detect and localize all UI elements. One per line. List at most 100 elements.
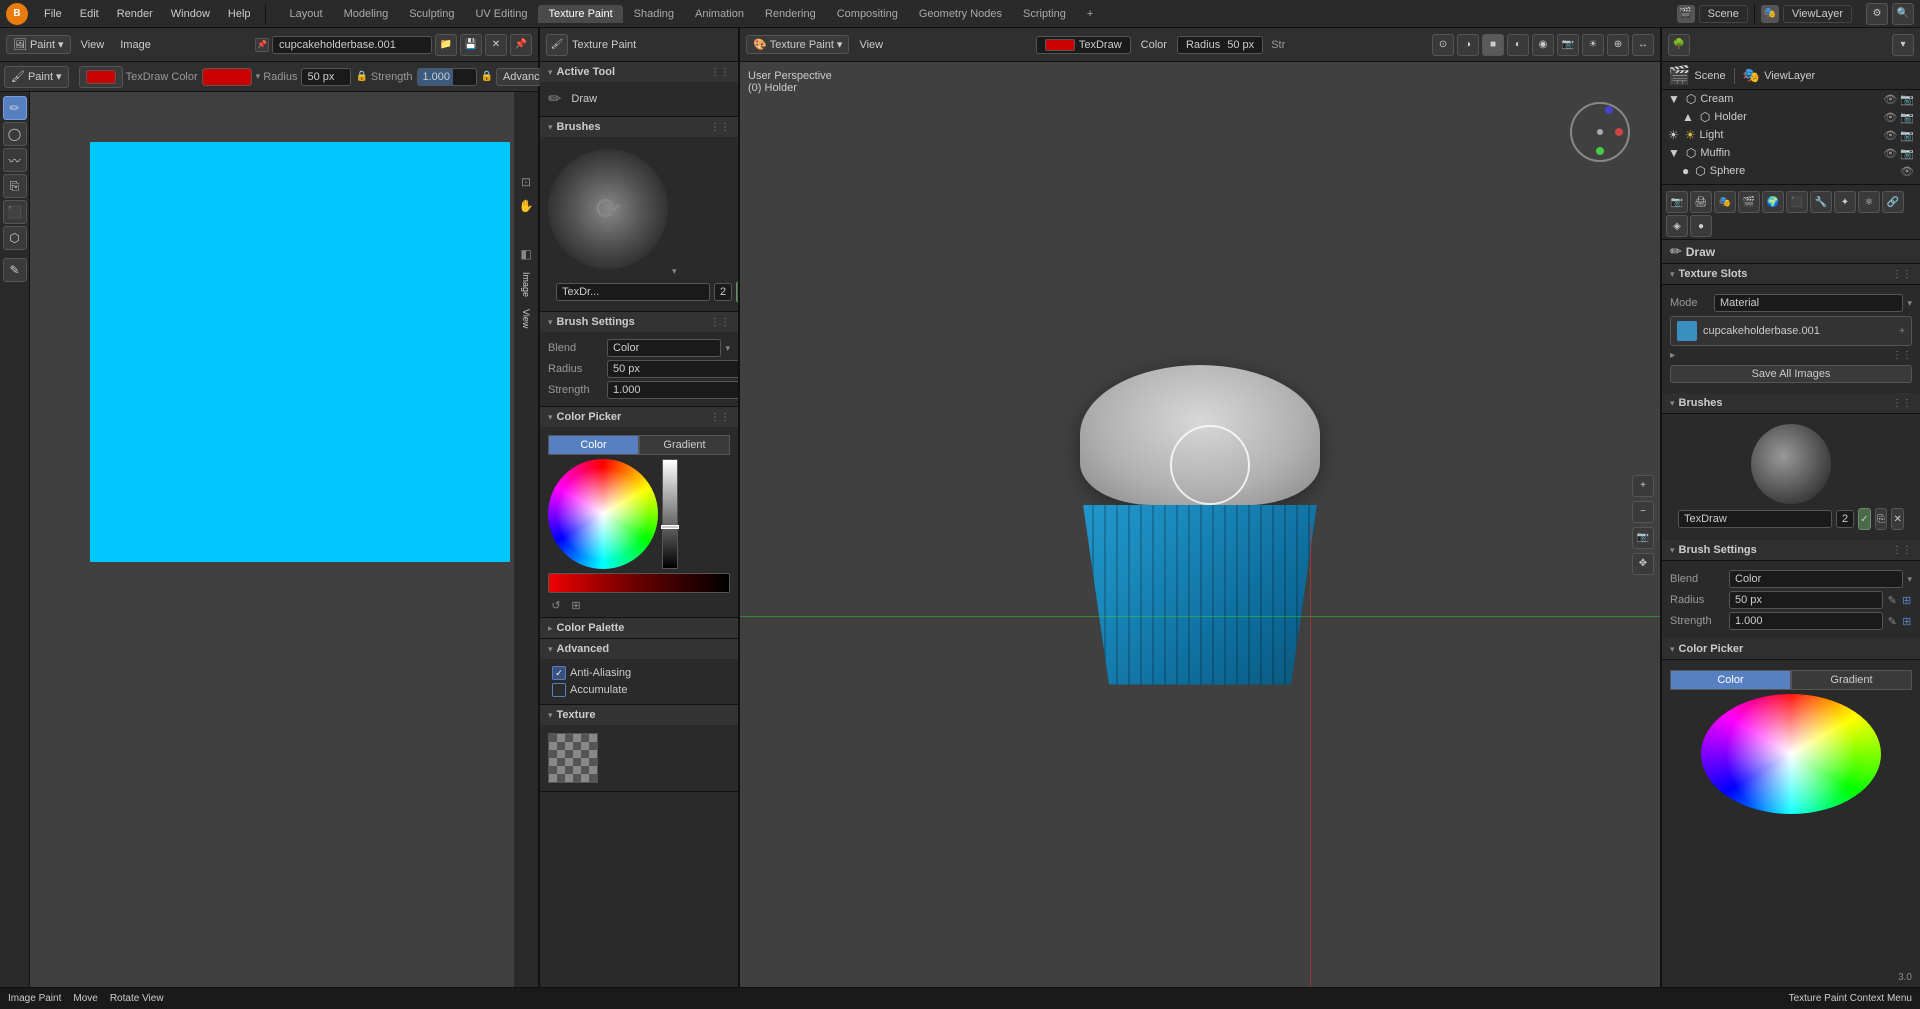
scroll-arrow[interactable]: ▾ <box>672 266 730 277</box>
tab-geometry-nodes[interactable]: Geometry Nodes <box>909 5 1012 23</box>
viewport-view-menu[interactable]: View <box>853 37 889 53</box>
blend-dropdown[interactable]: Color <box>607 339 721 357</box>
save-icon[interactable]: 💾 <box>460 34 482 56</box>
rp-strength-input[interactable] <box>1729 612 1883 630</box>
rp-brushes-header[interactable]: ▾ Brushes ⋮⋮ <box>1662 393 1920 414</box>
rp-blend-dropdown[interactable]: Color <box>1729 570 1903 588</box>
viewport-render-icon[interactable]: ◑ <box>1457 34 1479 56</box>
rp-strength-lock-btn[interactable]: ⊞ <box>1902 613 1913 629</box>
color-wheel[interactable] <box>548 459 658 569</box>
viewport-material-icon[interactable]: ◐ <box>1507 34 1529 56</box>
view-layer-name[interactable]: ViewLayer <box>1783 5 1852 23</box>
brush-name-input[interactable] <box>556 283 710 301</box>
pin2-icon[interactable]: 📌 <box>510 34 532 56</box>
rp-strength-edit-icon[interactable]: ✎ <box>1887 613 1898 629</box>
menu-help[interactable]: Help <box>220 6 259 22</box>
image-tab-icon[interactable]: Image <box>519 268 533 301</box>
filter-icon[interactable]: ▾ <box>1892 34 1914 56</box>
output-props-icon[interactable]: 🖨 <box>1690 191 1712 213</box>
rp-color-tab-color[interactable]: Color <box>1670 670 1791 690</box>
viewport-rendered-icon[interactable]: ◉ <box>1532 34 1554 56</box>
rp-color-picker-header[interactable]: ▾ Color Picker <box>1662 639 1920 660</box>
light-eye-icon[interactable]: 👁 <box>1883 129 1897 142</box>
tab-rendering[interactable]: Rendering <box>755 5 826 23</box>
hand-icon[interactable]: ✋ <box>516 196 536 216</box>
tool-smear[interactable]: 〰 <box>3 148 27 172</box>
tool-draw[interactable]: ✏ <box>3 96 27 120</box>
tex-expand-arrow[interactable]: ▸ <box>1670 350 1675 361</box>
header-type-icon[interactable]: 🖌 <box>546 34 568 56</box>
grab-btn[interactable]: ✥ <box>1632 553 1654 575</box>
viewport-type-btn[interactable]: 🎨 Texture Paint ▾ <box>746 35 849 54</box>
viewport-canvas[interactable]: User Perspective (0) Holder <box>740 62 1660 987</box>
close-icon-left[interactable]: ✕ <box>485 34 507 56</box>
hex-icon[interactable]: ⊞ <box>568 597 584 613</box>
scene-obj-light[interactable]: ☀ ☀ Light 👁 📷 <box>1662 126 1920 144</box>
viewport-color-label[interactable]: Color <box>1135 37 1173 53</box>
rp-radius-input[interactable] <box>1729 591 1883 609</box>
tool-fill[interactable]: ⬛ <box>3 200 27 224</box>
view-tab-icon[interactable]: View <box>519 305 533 332</box>
scene-props-icon[interactable]: 🎬 <box>1738 191 1760 213</box>
mode-dropdown-btn[interactable]: 🖌 Paint ▾ <box>4 66 69 88</box>
sidebar-toggle-icon[interactable]: ◧ <box>516 244 536 264</box>
search-icon[interactable]: 🔍 <box>1892 3 1914 25</box>
save-all-images-btn[interactable]: Save All Images <box>1670 365 1912 383</box>
color-picker-header[interactable]: ▾ Color Picker ⋮⋮ <box>540 407 738 427</box>
rp-brush-name-input[interactable] <box>1678 510 1832 528</box>
tab-layout[interactable]: Layout <box>280 5 333 23</box>
cream-render-icon[interactable]: 📷 <box>1900 93 1914 106</box>
brightness-bar[interactable] <box>662 459 678 569</box>
texture-slots-header[interactable]: ▾ Texture Slots ⋮⋮ <box>1662 264 1920 285</box>
light-render-icon[interactable]: 📷 <box>1900 129 1914 142</box>
outliner-icon[interactable]: 🌳 <box>1668 34 1690 56</box>
viewport-light-icon[interactable]: ☀ <box>1582 34 1604 56</box>
radius-field-input[interactable] <box>607 360 740 378</box>
muffin-eye-icon[interactable]: 👁 <box>1883 147 1897 160</box>
tab-shading[interactable]: Shading <box>624 5 684 23</box>
texture-slot-item[interactable]: cupcakeholderbase.001 + <box>1670 316 1912 346</box>
strength-field[interactable]: 1.000 <box>417 68 477 86</box>
muffin-render-icon[interactable]: 📷 <box>1900 147 1914 160</box>
view-menu-left[interactable]: View <box>75 37 111 53</box>
color-palette-header[interactable]: ▸ Color Palette <box>540 618 738 638</box>
tab-add[interactable]: + <box>1077 5 1103 23</box>
zoom-fit-icon[interactable]: ⊡ <box>516 172 536 192</box>
tool-clone[interactable]: ⎘ <box>3 174 27 198</box>
rp-radius-lock-btn[interactable]: ⊞ <box>1902 592 1913 608</box>
rp-radius-edit-icon[interactable]: ✎ <box>1887 592 1898 608</box>
tool-soften[interactable]: ◯ <box>3 122 27 146</box>
menu-edit[interactable]: Edit <box>72 6 107 22</box>
nav-gizmo[interactable] <box>1570 102 1630 162</box>
advanced-header[interactable]: ▾ Advanced <box>540 639 738 659</box>
scene-name[interactable]: Scene <box>1699 5 1748 23</box>
tab-modeling[interactable]: Modeling <box>334 5 399 23</box>
viewport-camera-icon[interactable]: 📷 <box>1557 34 1579 56</box>
anti-aliasing-check[interactable] <box>552 666 566 680</box>
constraint-props-icon[interactable]: 🔗 <box>1882 191 1904 213</box>
brush-settings-header[interactable]: ▾ Brush Settings ⋮⋮ <box>540 312 738 332</box>
color-preview-bar[interactable] <box>548 573 730 593</box>
tab-compositing[interactable]: Compositing <box>827 5 908 23</box>
rp-brush-settings-header[interactable]: ▾ Brush Settings ⋮⋮ <box>1662 540 1920 561</box>
accumulate-check[interactable] <box>552 683 566 697</box>
render-props-icon[interactable]: 📷 <box>1666 191 1688 213</box>
menu-window[interactable]: Window <box>163 6 218 22</box>
strength-field-input[interactable] <box>607 381 740 399</box>
menu-file[interactable]: File <box>36 6 70 22</box>
viewport-solid-icon[interactable]: ■ <box>1482 34 1504 56</box>
color-swatch[interactable] <box>202 68 252 86</box>
reset-color-icon[interactable]: ↺ <box>548 597 564 613</box>
menu-render[interactable]: Render <box>109 6 161 22</box>
texture-mini-preview[interactable] <box>548 733 598 783</box>
viewport-transform-icon[interactable]: ↔ <box>1632 34 1654 56</box>
rp-color-wheel[interactable] <box>1701 694 1881 814</box>
tool-mask[interactable]: ⬡ <box>3 226 27 250</box>
file-icon[interactable]: 📁 <box>435 34 457 56</box>
modifier-props-icon[interactable]: 🔧 <box>1810 191 1832 213</box>
zoom-in-btn[interactable]: + <box>1632 475 1654 497</box>
tab-sculpting[interactable]: Sculpting <box>399 5 464 23</box>
canvas-area[interactable] <box>30 92 514 987</box>
image-menu-left[interactable]: Image <box>114 37 157 53</box>
tab-scripting[interactable]: Scripting <box>1013 5 1076 23</box>
